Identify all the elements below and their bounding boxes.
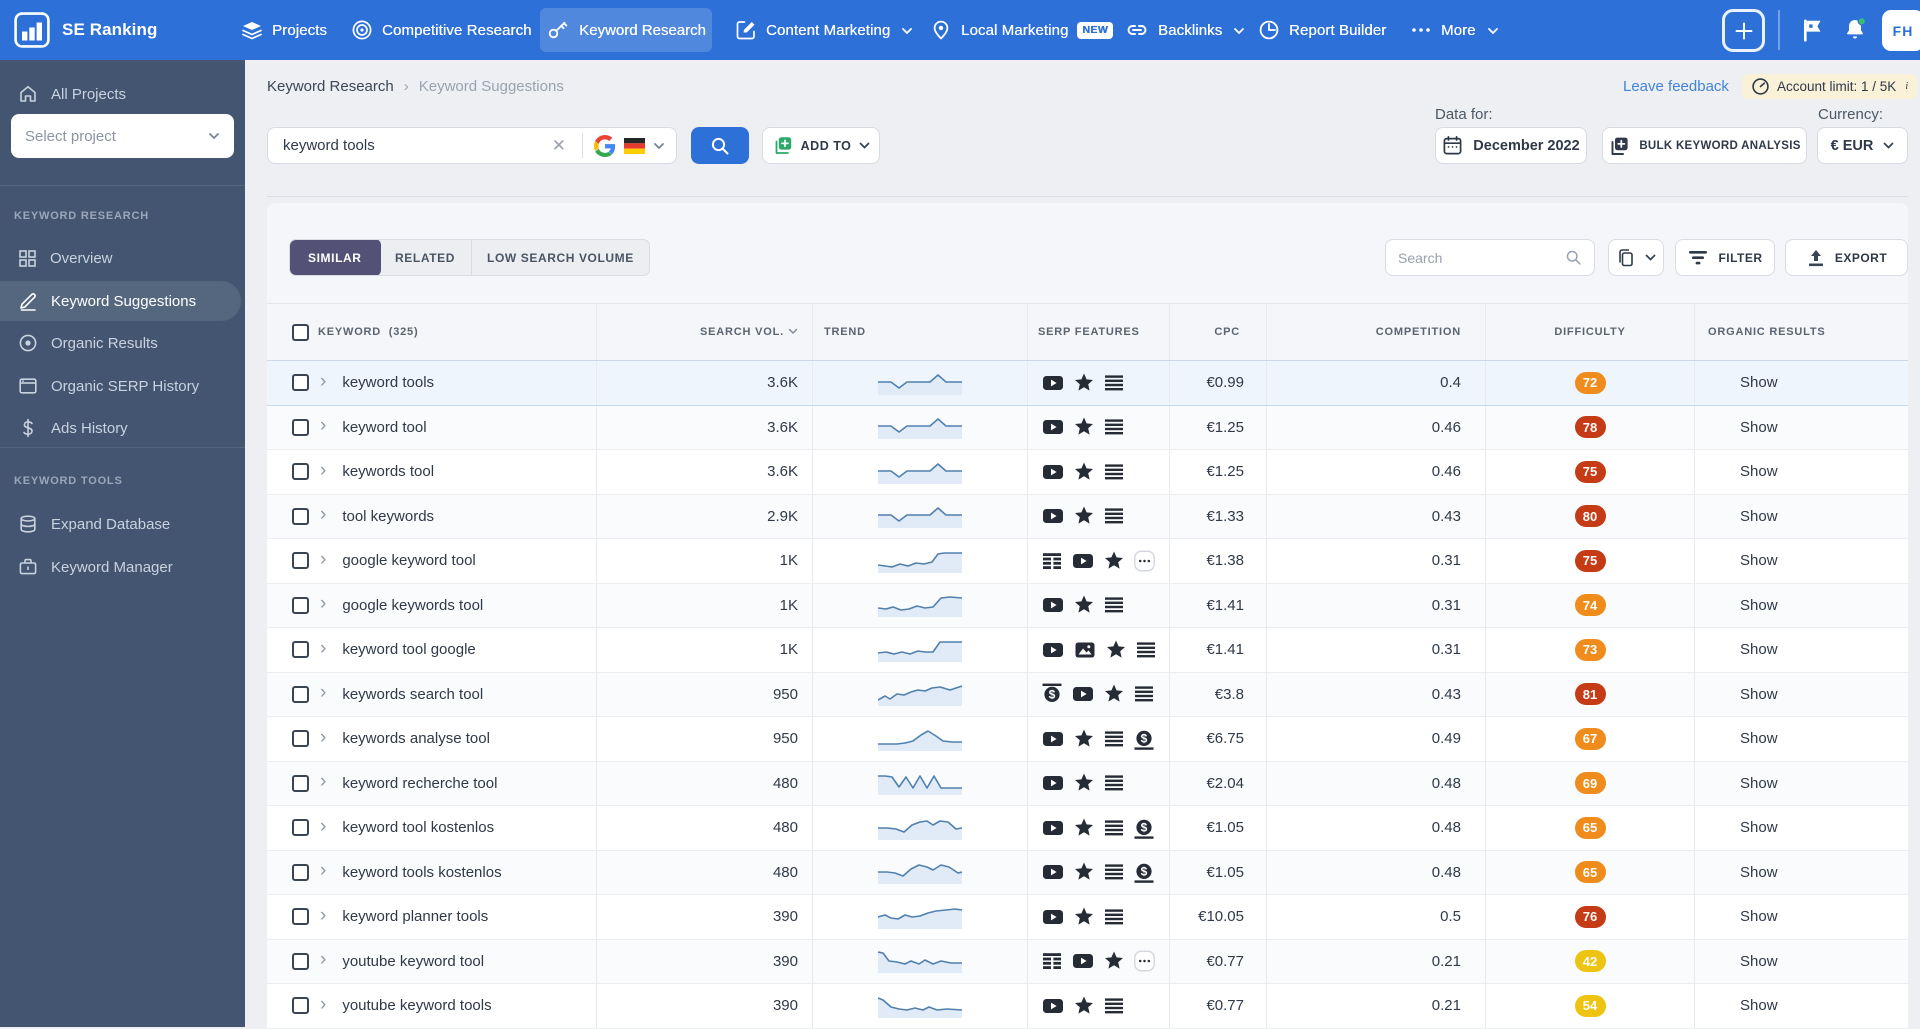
svg-text:$: $ xyxy=(1049,688,1056,702)
svg-text:$: $ xyxy=(1141,820,1148,834)
svg-text:$: $ xyxy=(1141,731,1148,745)
svg-text:$: $ xyxy=(1141,865,1148,879)
